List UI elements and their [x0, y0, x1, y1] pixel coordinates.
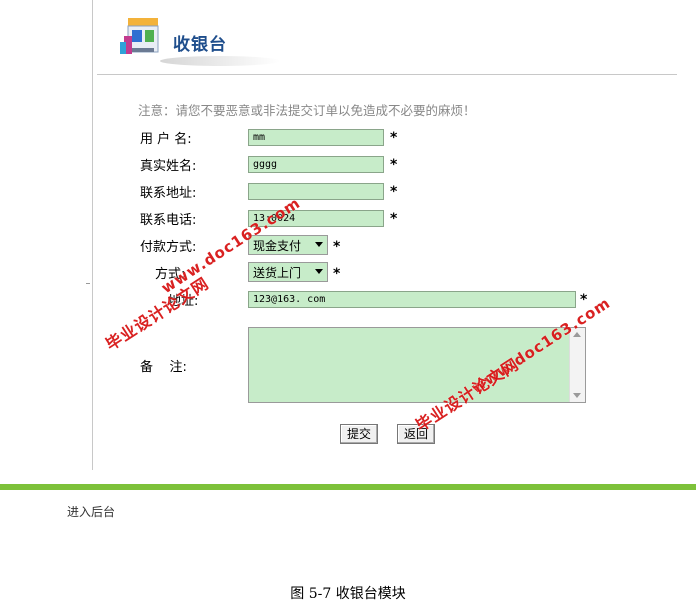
admin-link[interactable]: 进入后台 — [67, 503, 115, 520]
decorative-dash — [86, 283, 90, 284]
address-label: 联系地址: — [140, 186, 197, 201]
footer-bar — [0, 484, 696, 490]
phone-label: 联系电话: — [140, 213, 197, 228]
email-input[interactable]: 123@163. com — [248, 291, 576, 308]
payment-selected-value: 现金支付 — [253, 238, 302, 253]
required-mark: * — [390, 184, 398, 200]
payment-label: 付款方式: — [140, 240, 197, 255]
required-mark: * — [390, 157, 398, 173]
username-label: 用 户 名: — [140, 132, 192, 147]
left-border-line — [92, 0, 93, 470]
chevron-down-icon[interactable] — [315, 269, 323, 274]
watermark-cn: 毕业设计论文网 — [102, 273, 213, 355]
chevron-down-icon[interactable] — [315, 242, 323, 247]
realname-label: 真实姓名: — [140, 159, 197, 174]
remark-label: 备 注: — [140, 360, 187, 375]
notice-text: 注意：请您不要恶意或非法提交订单以免造成不必要的麻烦！ — [138, 103, 476, 118]
required-mark: * — [333, 239, 341, 255]
required-mark: * — [390, 130, 398, 146]
address-input[interactable] — [248, 183, 384, 200]
header-divider — [97, 74, 677, 75]
username-input[interactable]: mm — [248, 129, 384, 146]
required-mark: * — [333, 266, 341, 282]
delivery-selected-value: 送货上门 — [253, 265, 302, 280]
textarea-scrollbar[interactable] — [569, 328, 585, 402]
payment-select[interactable]: 现金支付 — [248, 235, 328, 255]
submit-button[interactable]: 提交 — [340, 424, 378, 444]
page-title: 收银台 — [173, 35, 227, 55]
figure-caption: 图 5-7 收银台模块 — [290, 586, 406, 602]
realname-input[interactable]: gggg — [248, 156, 384, 173]
scroll-down-icon[interactable] — [573, 393, 581, 398]
cashier-shop-icon — [120, 18, 159, 54]
logo-shadow — [160, 56, 280, 66]
required-mark: * — [390, 211, 398, 227]
delivery-select[interactable]: 送货上门 — [248, 262, 328, 282]
